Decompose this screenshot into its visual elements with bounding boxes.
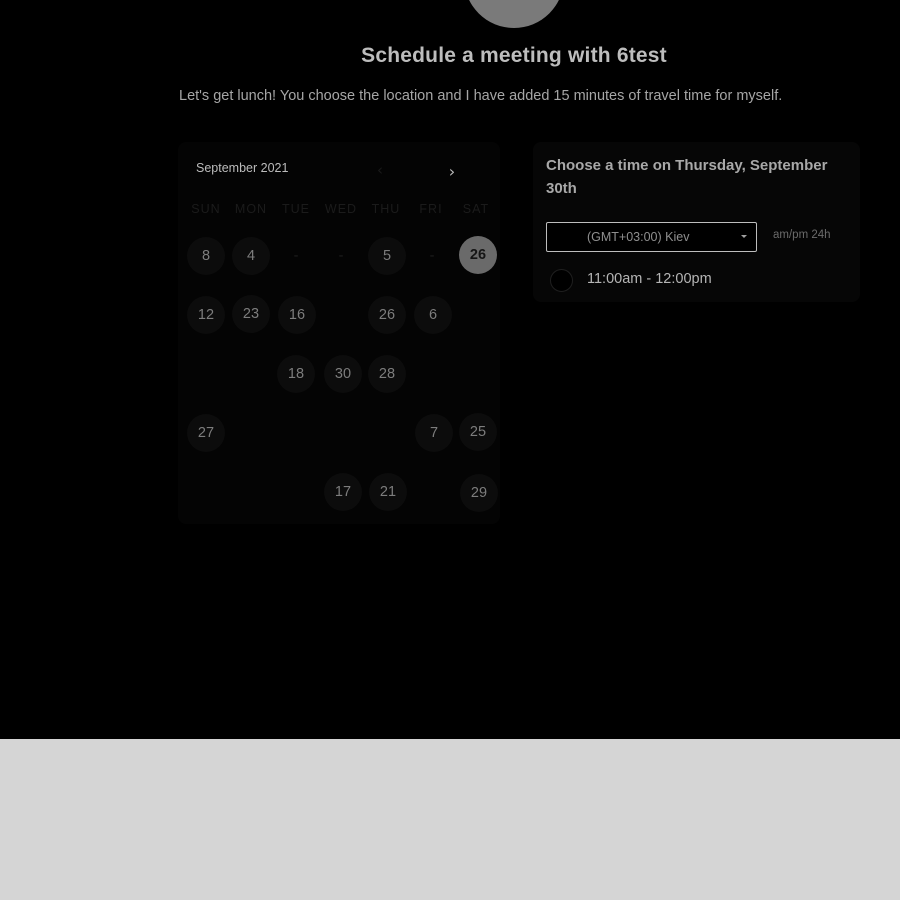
timezone-select[interactable]: (GMT+03:00) Kiev: [546, 222, 757, 252]
time-format-toggle[interactable]: am/pm 24h: [773, 229, 831, 241]
calendar-day[interactable]: 26: [368, 296, 406, 334]
weekday-label: MON: [234, 202, 268, 216]
footer-area: [0, 739, 900, 900]
page-subtitle: Let's get lunch! You choose the location…: [179, 88, 783, 104]
calendar-day[interactable]: 30: [324, 355, 362, 393]
time-heading: Choose a time on Thursday, September 30t…: [546, 157, 828, 197]
slot-label: 11:00am - 12:00pm: [587, 271, 712, 287]
timezone-value: (GMT+03:00) Kiev: [587, 230, 690, 244]
time-slot[interactable]: 11:00am - 12:00pm: [550, 269, 790, 293]
calendar-day[interactable]: 8: [187, 237, 225, 275]
calendar-day[interactable]: 17: [324, 473, 362, 511]
calendar-day[interactable]: 18: [277, 355, 315, 393]
calendar-day[interactable]: 29: [460, 474, 498, 512]
calendar-day[interactable]: 27: [187, 414, 225, 452]
weekday-label: SAT: [462, 202, 490, 216]
calendar-day[interactable]: 28: [368, 355, 406, 393]
weekday-label: SUN: [191, 202, 221, 216]
weekday-header: SUN MON TUE WED THU FRI SAT: [183, 202, 495, 218]
calendar-day: -: [293, 248, 299, 264]
caret-down-icon: [741, 235, 747, 238]
chevron-left-icon[interactable]: ‹: [372, 160, 388, 180]
slot-radio[interactable]: [550, 269, 573, 292]
calendar-day[interactable]: 5: [368, 237, 406, 275]
page-title: Schedule a meeting with 6test: [361, 44, 667, 67]
calendar-day[interactable]: 16: [278, 296, 316, 334]
calendar-day[interactable]: 21: [369, 473, 407, 511]
calendar-day[interactable]: 25: [459, 413, 497, 451]
calendar-day[interactable]: 23: [232, 295, 270, 333]
calendar: September 2021 ‹ › SUN MON TUE WED THU F…: [178, 142, 500, 524]
calendar-day[interactable]: 4: [232, 237, 270, 275]
weekday-label: WED: [324, 202, 358, 216]
calendar-day[interactable]: 7: [415, 414, 453, 452]
calendar-month-label: September 2021: [196, 161, 289, 175]
weekday-label: TUE: [282, 202, 310, 216]
weekday-label: FRI: [419, 202, 443, 216]
weekday-label: THU: [371, 202, 401, 216]
calendar-day: -: [338, 248, 344, 264]
calendar-day-selected[interactable]: 26: [459, 236, 497, 274]
avatar: [464, 0, 564, 28]
chevron-right-icon[interactable]: ›: [444, 162, 460, 182]
calendar-day[interactable]: 6: [414, 296, 452, 334]
calendar-day[interactable]: 12: [187, 296, 225, 334]
calendar-day: -: [429, 248, 435, 264]
time-panel: Choose a time on Thursday, September 30t…: [533, 142, 860, 302]
